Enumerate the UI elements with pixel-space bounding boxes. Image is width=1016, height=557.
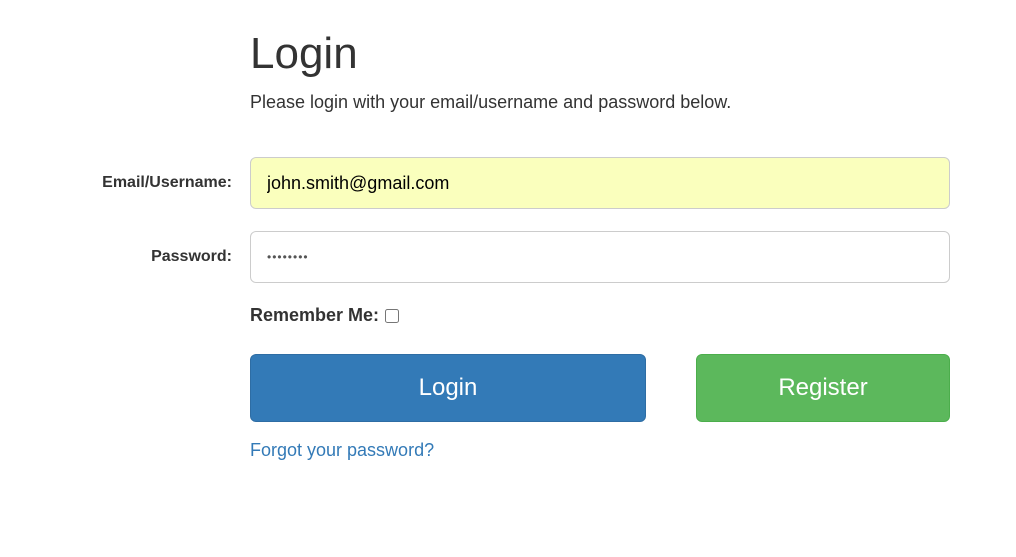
password-value: •••••••• bbox=[267, 250, 309, 264]
forgot-password-link[interactable]: Forgot your password? bbox=[250, 440, 434, 460]
login-button[interactable]: Login bbox=[250, 354, 646, 422]
email-input[interactable] bbox=[250, 157, 950, 209]
password-input[interactable]: •••••••• bbox=[250, 231, 950, 283]
password-label: Password: bbox=[30, 248, 250, 266]
remember-label: Remember Me: bbox=[250, 305, 379, 326]
login-subtext: Please login with your email/username an… bbox=[250, 92, 950, 113]
email-label: Email/Username: bbox=[30, 174, 250, 192]
remember-checkbox[interactable] bbox=[385, 309, 399, 323]
register-button[interactable]: Register bbox=[696, 354, 950, 422]
page-title: Login bbox=[250, 30, 950, 78]
